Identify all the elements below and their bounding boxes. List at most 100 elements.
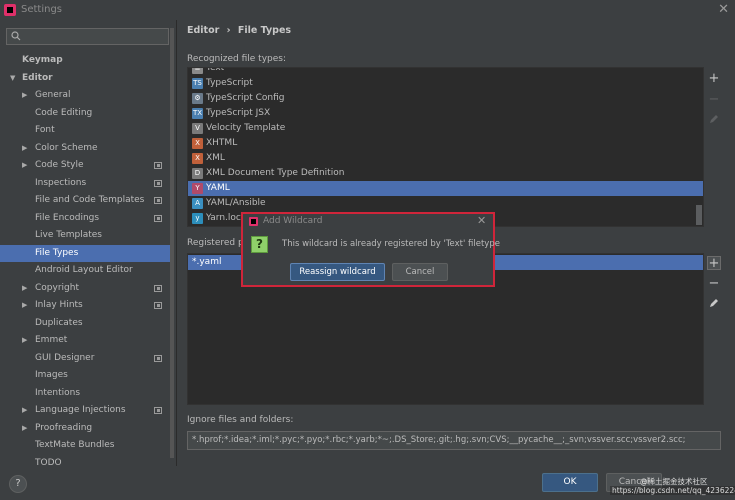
velocity-template-icon: V xyxy=(192,123,203,134)
project-scope-icon xyxy=(154,407,162,414)
settings-search-input[interactable] xyxy=(6,28,169,45)
edit-pattern-button[interactable] xyxy=(707,297,721,311)
file-type-row[interactable]: TX TypeScript JSX xyxy=(188,106,703,121)
file-type-row[interactable]: ≡ Text xyxy=(188,68,703,76)
sidebar-item-label: Color Scheme xyxy=(35,142,98,153)
sidebar-item-keymap[interactable]: Keymap xyxy=(0,52,170,70)
sidebar-item-live-templates[interactable]: Live Templates xyxy=(0,227,170,245)
project-scope-icon xyxy=(154,214,162,222)
project-scope-icon xyxy=(154,197,162,204)
sidebar-item-proofreading[interactable]: ▶ Proofreading xyxy=(0,420,170,438)
add-file-type-button[interactable]: + xyxy=(707,72,721,86)
sidebar-item-file-types[interactable]: File Types xyxy=(0,244,170,262)
sidebar-item-label: Proofreading xyxy=(35,422,93,433)
breadcrumb-parent[interactable]: Editor xyxy=(187,25,219,36)
typescript-config-icon: ⚙ xyxy=(192,93,203,104)
sidebar-item-general[interactable]: ▶ General xyxy=(0,87,170,105)
chevron-right-icon[interactable]: ▶ xyxy=(22,420,27,438)
sidebar-item-font[interactable]: Font xyxy=(0,122,170,140)
sidebar-item-file-and-code-templates[interactable]: File and Code Templates xyxy=(0,192,170,210)
yarn-lock-icon: y xyxy=(192,213,203,224)
search-icon xyxy=(11,31,21,41)
dialog-close-icon[interactable]: ✕ xyxy=(477,214,486,227)
recognized-list-scrollbar[interactable] xyxy=(696,205,702,225)
sidebar-item-label: Font xyxy=(35,125,55,135)
file-type-row[interactable]: A YAML/Ansible xyxy=(188,196,703,211)
breadcrumb-separator: › xyxy=(226,25,231,36)
sidebar-item-duplicates[interactable]: Duplicates xyxy=(0,315,170,333)
add-pattern-button[interactable]: + xyxy=(707,256,721,271)
help-button[interactable]: ? xyxy=(9,475,27,493)
sidebar-item-language-injections[interactable]: ▶ Language Injections xyxy=(0,402,170,420)
intellij-app-icon xyxy=(4,4,16,16)
chevron-down-icon[interactable]: ▼ xyxy=(10,70,15,88)
sidebar-item-copyright[interactable]: ▶ Copyright xyxy=(0,280,170,298)
sidebar-item-label: File Encodings xyxy=(35,212,100,223)
file-type-label: XML Document Type Definition xyxy=(206,168,345,178)
file-type-label: YAML/Ansible xyxy=(206,198,266,208)
recognized-file-types-list[interactable]: ≡ Text TS TypeScript ⚙ TypeScript Config TX Typ… xyxy=(187,67,704,227)
project-scope-icon xyxy=(154,179,162,187)
chevron-right-icon[interactable]: ▶ xyxy=(22,157,27,175)
sidebar-item-label: Emmet xyxy=(35,335,68,345)
file-type-label: TypeScript JSX xyxy=(206,108,271,118)
sidebar-item-android-layout-editor[interactable]: Android Layout Editor xyxy=(0,262,170,280)
sidebar-item-editor[interactable]: ▼ Editor xyxy=(0,70,170,88)
sidebar-item-inlay-hints[interactable]: ▶ Inlay Hints xyxy=(0,297,170,315)
chevron-right-icon[interactable]: ▶ xyxy=(22,280,27,298)
sidebar-item-label: Images xyxy=(35,370,68,380)
settings-nav-tree: Keymap ▼ Editor ▶ General Code Editing Font ▶ Co… xyxy=(0,52,170,466)
window-close-icon[interactable]: ✕ xyxy=(718,2,729,17)
chevron-right-icon[interactable]: ▶ xyxy=(22,402,27,420)
chevron-right-icon[interactable]: ▶ xyxy=(22,140,27,158)
dialog-cancel-button[interactable]: Cancel xyxy=(392,263,448,281)
remove-pattern-button[interactable]: − xyxy=(707,277,721,291)
sidebar-item-images[interactable]: Images xyxy=(0,367,170,385)
sidebar-item-code-style[interactable]: ▶ Code Style xyxy=(0,157,170,175)
pencil-icon xyxy=(710,115,718,123)
sidebar-item-file-encodings[interactable]: File Encodings xyxy=(0,210,170,228)
text-file-icon: ≡ xyxy=(192,68,203,74)
file-type-row[interactable]: TS TypeScript xyxy=(188,76,703,91)
chevron-right-icon[interactable]: ▶ xyxy=(22,332,27,350)
sidebar-item-color-scheme[interactable]: ▶ Color Scheme xyxy=(0,140,170,158)
breadcrumb: Editor › File Types xyxy=(187,25,295,36)
panel-divider[interactable] xyxy=(176,20,177,466)
file-type-row[interactable]: Y YAML xyxy=(188,181,703,196)
ok-button[interactable]: OK xyxy=(542,473,598,492)
window-title: Settings xyxy=(21,4,63,15)
file-type-label: TypeScript xyxy=(206,78,253,88)
yaml-file-icon: Y xyxy=(192,183,203,194)
file-type-row[interactable]: V Velocity Template xyxy=(188,121,703,136)
sidebar-scrollbar[interactable] xyxy=(170,28,174,458)
project-scope-icon xyxy=(154,302,162,309)
chevron-right-icon[interactable]: ▶ xyxy=(22,87,27,105)
sidebar-item-label: Inlay Hints xyxy=(35,300,83,310)
file-type-row[interactable]: D XML Document Type Definition xyxy=(188,166,703,181)
sidebar-item-todo[interactable]: TODO xyxy=(0,455,170,467)
file-type-row[interactable]: X XHTML xyxy=(188,136,703,151)
sidebar-item-label: Live Templates xyxy=(35,230,102,240)
sidebar-item-inspections[interactable]: Inspections xyxy=(0,175,170,193)
sidebar-item-label: Duplicates xyxy=(35,317,83,328)
file-type-row[interactable]: X XML xyxy=(188,151,703,166)
edit-file-type-button[interactable] xyxy=(707,113,721,127)
remove-file-type-button[interactable]: − xyxy=(707,93,721,107)
project-scope-icon xyxy=(154,162,162,169)
sidebar-item-gui-designer[interactable]: GUI Designer xyxy=(0,350,170,368)
watermark-url: https://blog.csdn.net/qq_42362240 xyxy=(610,486,735,495)
sidebar-item-label: Intentions xyxy=(35,387,81,398)
sidebar-item-label: Copyright xyxy=(35,282,79,293)
chevron-right-icon[interactable]: ▶ xyxy=(22,297,27,315)
xhtml-file-icon: X xyxy=(192,138,203,149)
file-type-row[interactable]: ⚙ TypeScript Config xyxy=(188,91,703,106)
sidebar-item-intentions[interactable]: Intentions xyxy=(0,385,170,403)
sidebar-item-emmet[interactable]: ▶ Emmet xyxy=(0,332,170,350)
ignore-files-input[interactable]: *.hprof;*.idea;*.iml;*.pyc;*.pyo;*.rbc;*… xyxy=(187,431,721,450)
reassign-wildcard-button[interactable]: Reassign wildcard xyxy=(290,263,385,281)
dialog-message: This wildcard is already registered by '… xyxy=(282,239,500,249)
sidebar-item-code-editing[interactable]: Code Editing xyxy=(0,105,170,123)
sidebar-item-textmate-bundles[interactable]: TextMate Bundles xyxy=(0,437,170,455)
xml-file-icon: X xyxy=(192,153,203,164)
sidebar-item-label: Android Layout Editor xyxy=(35,265,133,275)
